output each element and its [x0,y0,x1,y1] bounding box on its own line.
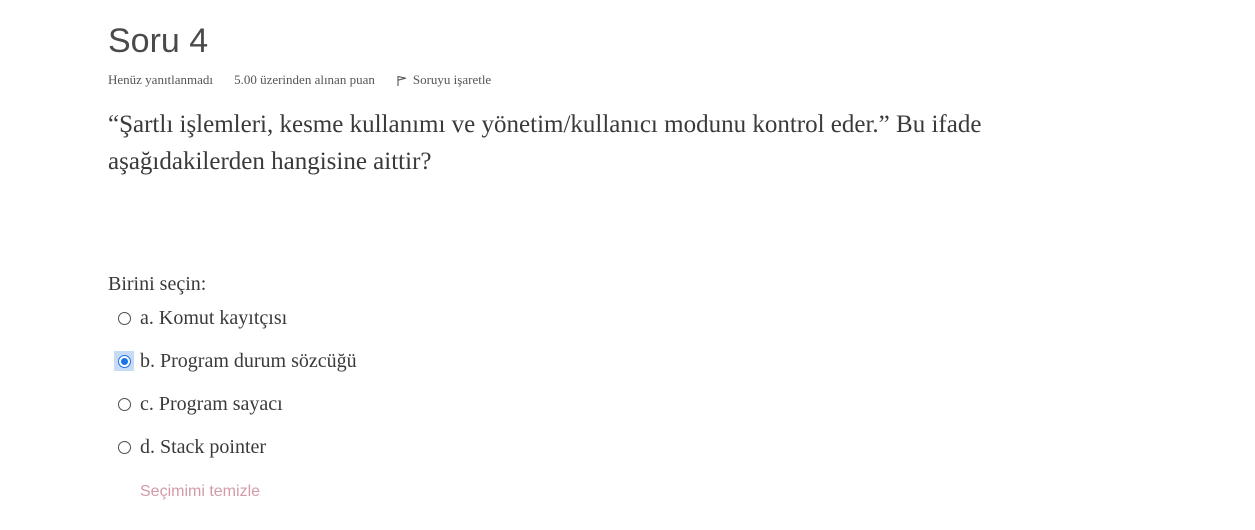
question-grade: 5.00 üzerinden alınan puan [234,72,375,87]
flag-question-label: Soruyu işaretle [412,72,492,87]
flag-icon [396,73,408,87]
clear-choice-link[interactable]: Seçimimi temizle [140,483,260,501]
radio-button[interactable] [117,354,131,368]
radio-wrapper [114,394,134,414]
question-info: Henüz yanıtlanmadı 5.00 üzerinden alınan… [108,71,491,89]
radio-wrapper [114,351,134,371]
radio-button[interactable] [117,397,131,411]
radio-button[interactable] [117,311,131,325]
answer-option-d[interactable]: d. Stack pointer [114,434,266,460]
answer-option-label: d. Stack pointer [140,435,267,458]
flag-question-link[interactable]: Soruyu işaretle [396,72,491,88]
radio-button[interactable] [117,440,131,454]
question-title: Soru 4 [108,22,209,60]
answer-option-b[interactable]: b. Program durum sözcüğü [114,348,357,374]
question-state: Henüz yanıtlanmadı [108,72,214,87]
radio-wrapper [114,308,134,328]
answer-option-a[interactable]: a. Komut kayıtçısı [114,305,287,331]
answer-option-label: b. Program durum sözcüğü [140,349,357,372]
answer-option-label: a. Komut kayıtçısı [140,306,288,329]
answer-prompt: Birini seçin: [108,273,207,295]
answer-option-c[interactable]: c. Program sayacı [114,391,283,417]
question-text: “Şartlı işlemleri, kesme kullanımı ve yö… [108,111,982,175]
radio-wrapper [114,437,134,457]
answer-option-label: c. Program sayacı [140,392,283,415]
